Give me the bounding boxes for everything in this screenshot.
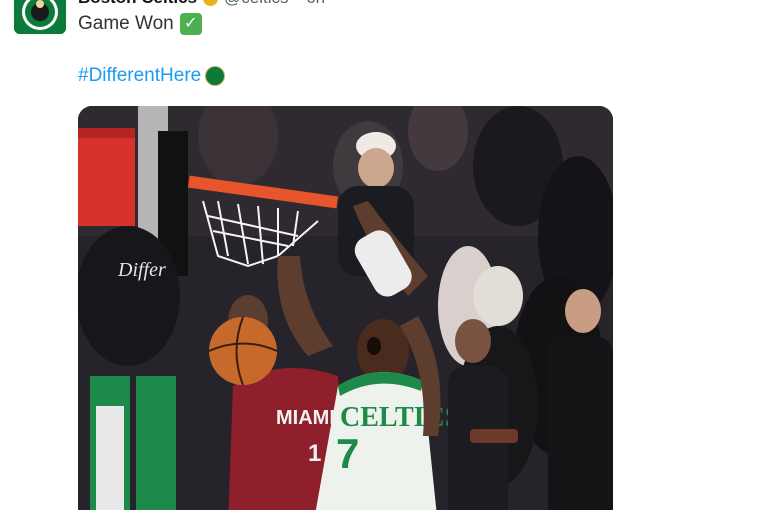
tweet-photo[interactable]: Differ MIAMI 1 CELTICS 7 xyxy=(78,106,613,510)
tweet-text: Game Won ✓ xyxy=(78,12,202,36)
check-mark-icon: ✓ xyxy=(179,13,202,35)
author-handle[interactable]: @celtics xyxy=(224,0,289,8)
hashtag-link[interactable]: #DifferentHere xyxy=(78,64,201,88)
jersey-red-number: 1 xyxy=(308,440,321,467)
verified-badge-icon xyxy=(203,0,219,6)
jersey-white-text: CELTICS xyxy=(340,402,460,433)
hashtag-row: #DifferentHere xyxy=(78,64,226,88)
celtics-logo-icon[interactable] xyxy=(14,0,66,34)
shamrock-icon xyxy=(205,66,226,86)
tweet-text-body: Game Won xyxy=(78,13,174,34)
jersey-red-text: MIAMI xyxy=(276,407,335,429)
jersey-white-number: 7 xyxy=(336,430,359,477)
game-photo: Differ MIAMI 1 CELTICS 7 xyxy=(78,106,613,510)
svg-text:Differ: Differ xyxy=(117,259,166,281)
author-name[interactable]: Boston Celtics xyxy=(78,0,197,8)
tweet-header: Boston Celtics @celtics · 6h xyxy=(78,0,325,8)
timestamp[interactable]: 6h xyxy=(306,0,325,8)
tweet: Boston Celtics @celtics · 6h Game Won ✓ … xyxy=(0,0,765,510)
separator: · xyxy=(295,0,301,8)
